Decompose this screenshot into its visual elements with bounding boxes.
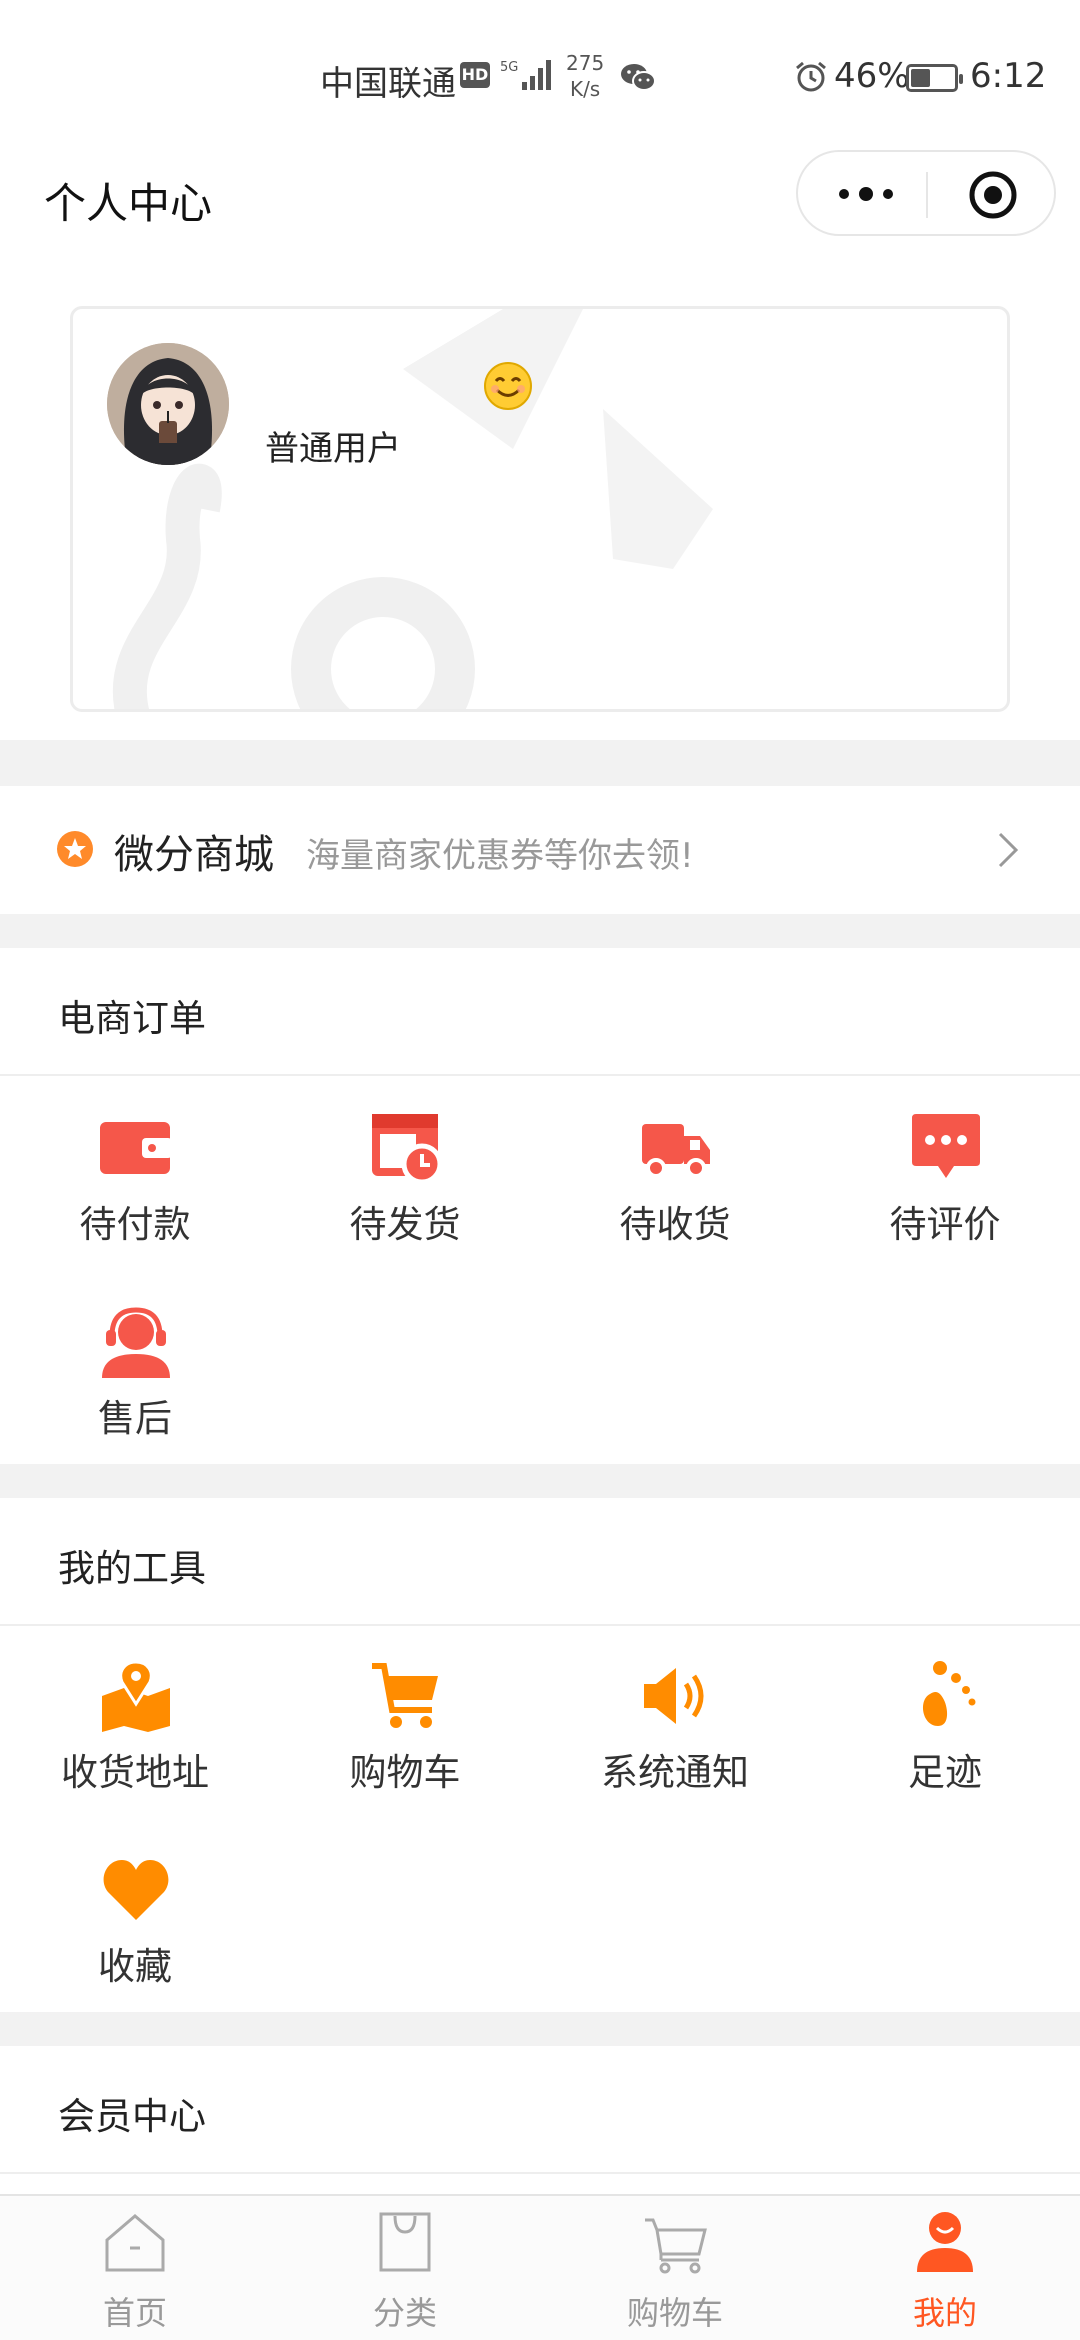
mall-title: 微分商城 — [114, 832, 274, 878]
divider — [0, 1074, 1080, 1076]
network-type: 5G — [500, 60, 518, 75]
orders-section-title: 电商订单 — [58, 997, 206, 1040]
order-label: 待评价 — [889, 1203, 1001, 1246]
speed-unit: K/s — [569, 77, 601, 101]
order-pending-shipment[interactable]: 待发货 — [270, 1112, 540, 1252]
avatar-image — [107, 343, 229, 465]
divider — [0, 1624, 1080, 1626]
bottom-tab-bar: 首页 分类 购物车 我的 — [0, 2194, 1080, 2340]
tool-favorites[interactable]: 收藏 — [0, 1854, 270, 1994]
speed-value: 275 — [566, 51, 605, 75]
carrier-name: 中国联通 — [320, 64, 456, 104]
tools-section-title: 我的工具 — [58, 1547, 206, 1590]
orders-section: 电商订单 待付款 待发货 待收货 待评价 售后 — [0, 948, 1080, 1464]
tab-cart[interactable]: 购物车 — [540, 2196, 810, 2340]
tab-label: 分类 — [372, 2294, 437, 2332]
more-dots-icon[interactable] — [834, 180, 898, 208]
wechat-icon — [621, 64, 656, 91]
tool-label: 购物车 — [349, 1751, 461, 1794]
tool-cart[interactable]: 购物车 — [270, 1660, 540, 1800]
chevron-right-icon — [998, 832, 1019, 868]
hd-badge: HD — [460, 62, 490, 88]
close-target-icon[interactable] — [968, 170, 1018, 220]
bag-icon — [379, 2212, 431, 2272]
tab-home[interactable]: 首页 — [0, 2196, 270, 2340]
battery-level-fill — [911, 69, 930, 87]
order-label: 待发货 — [349, 1203, 461, 1246]
avatar[interactable] — [107, 343, 229, 465]
wallet-icon — [100, 1122, 172, 1174]
tool-label: 收货地址 — [61, 1751, 209, 1794]
star-badge-icon — [57, 831, 93, 867]
member-section[interactable]: 会员中心 — [0, 2046, 1080, 2194]
tab-label: 我的 — [912, 2294, 977, 2332]
section-separator — [0, 914, 1080, 948]
home-icon — [105, 2214, 165, 2272]
order-label: 售后 — [98, 1397, 172, 1440]
section-separator — [0, 2012, 1080, 2046]
divider — [0, 2172, 1080, 2174]
miniprogram-capsule — [796, 150, 1056, 236]
battery-icon — [906, 64, 963, 92]
tool-shipping-address[interactable]: 收货地址 — [0, 1660, 270, 1800]
page-title: 个人中心 — [44, 179, 213, 228]
tool-label: 收藏 — [98, 1945, 172, 1988]
mall-subtitle: 海量商家优惠券等你去领! — [306, 836, 694, 876]
section-separator — [0, 1464, 1080, 1498]
tool-label: 系统通知 — [601, 1751, 749, 1794]
nav-bar: 个人中心 — [0, 150, 1080, 280]
calendar-clock-icon — [372, 1114, 442, 1184]
tool-label: 足迹 — [908, 1751, 982, 1794]
mall-banner-row[interactable]: 微分商城 海量商家优惠券等你去领! — [0, 786, 1080, 914]
user-name: 普通用户 — [265, 429, 401, 469]
capsule-divider — [926, 172, 928, 218]
headset-icon — [102, 1307, 170, 1378]
order-pending-review[interactable]: 待评价 — [810, 1112, 1080, 1252]
tool-system-notice[interactable]: 系统通知 — [540, 1660, 810, 1800]
member-section-title: 会员中心 — [58, 2095, 206, 2138]
clock-time: 6:12 — [970, 56, 1047, 96]
order-label: 待收货 — [619, 1203, 731, 1246]
battery-percent: 46% — [834, 56, 910, 96]
cart-icon — [372, 1663, 438, 1728]
tab-label: 购物车 — [626, 2294, 723, 2332]
alarm-icon — [796, 61, 826, 92]
tools-section: 我的工具 收货地址 购物车 系统通知 足迹 收藏 — [0, 1498, 1080, 2012]
status-bar: 中国联通 HD 5G 275 K/s 46% 6:12 — [0, 0, 1080, 150]
network-speed: 275 K/s — [566, 50, 604, 102]
tab-category[interactable]: 分类 — [270, 2196, 540, 2340]
cart-icon — [645, 2218, 707, 2274]
order-label: 待付款 — [79, 1203, 191, 1246]
signal-icon: 5G — [500, 60, 551, 90]
order-pending-payment[interactable]: 待付款 — [0, 1112, 270, 1252]
heart-icon — [103, 1860, 169, 1920]
map-pin-icon — [102, 1660, 170, 1732]
section-separator — [0, 740, 1080, 786]
smile-emoji-icon — [484, 362, 532, 410]
user-icon — [917, 2212, 973, 2272]
tab-mine[interactable]: 我的 — [810, 2196, 1080, 2340]
speaker-icon — [644, 1668, 704, 1724]
profile-card[interactable]: 普通用户 — [70, 306, 1010, 712]
chat-bubble-icon — [912, 1114, 980, 1178]
truck-icon — [642, 1124, 710, 1178]
tab-label: 首页 — [102, 2294, 167, 2332]
footprint-icon — [923, 1661, 976, 1726]
order-after-sales[interactable]: 售后 — [0, 1306, 270, 1446]
tool-footprints[interactable]: 足迹 — [810, 1660, 1080, 1800]
order-pending-receipt[interactable]: 待收货 — [540, 1112, 810, 1252]
